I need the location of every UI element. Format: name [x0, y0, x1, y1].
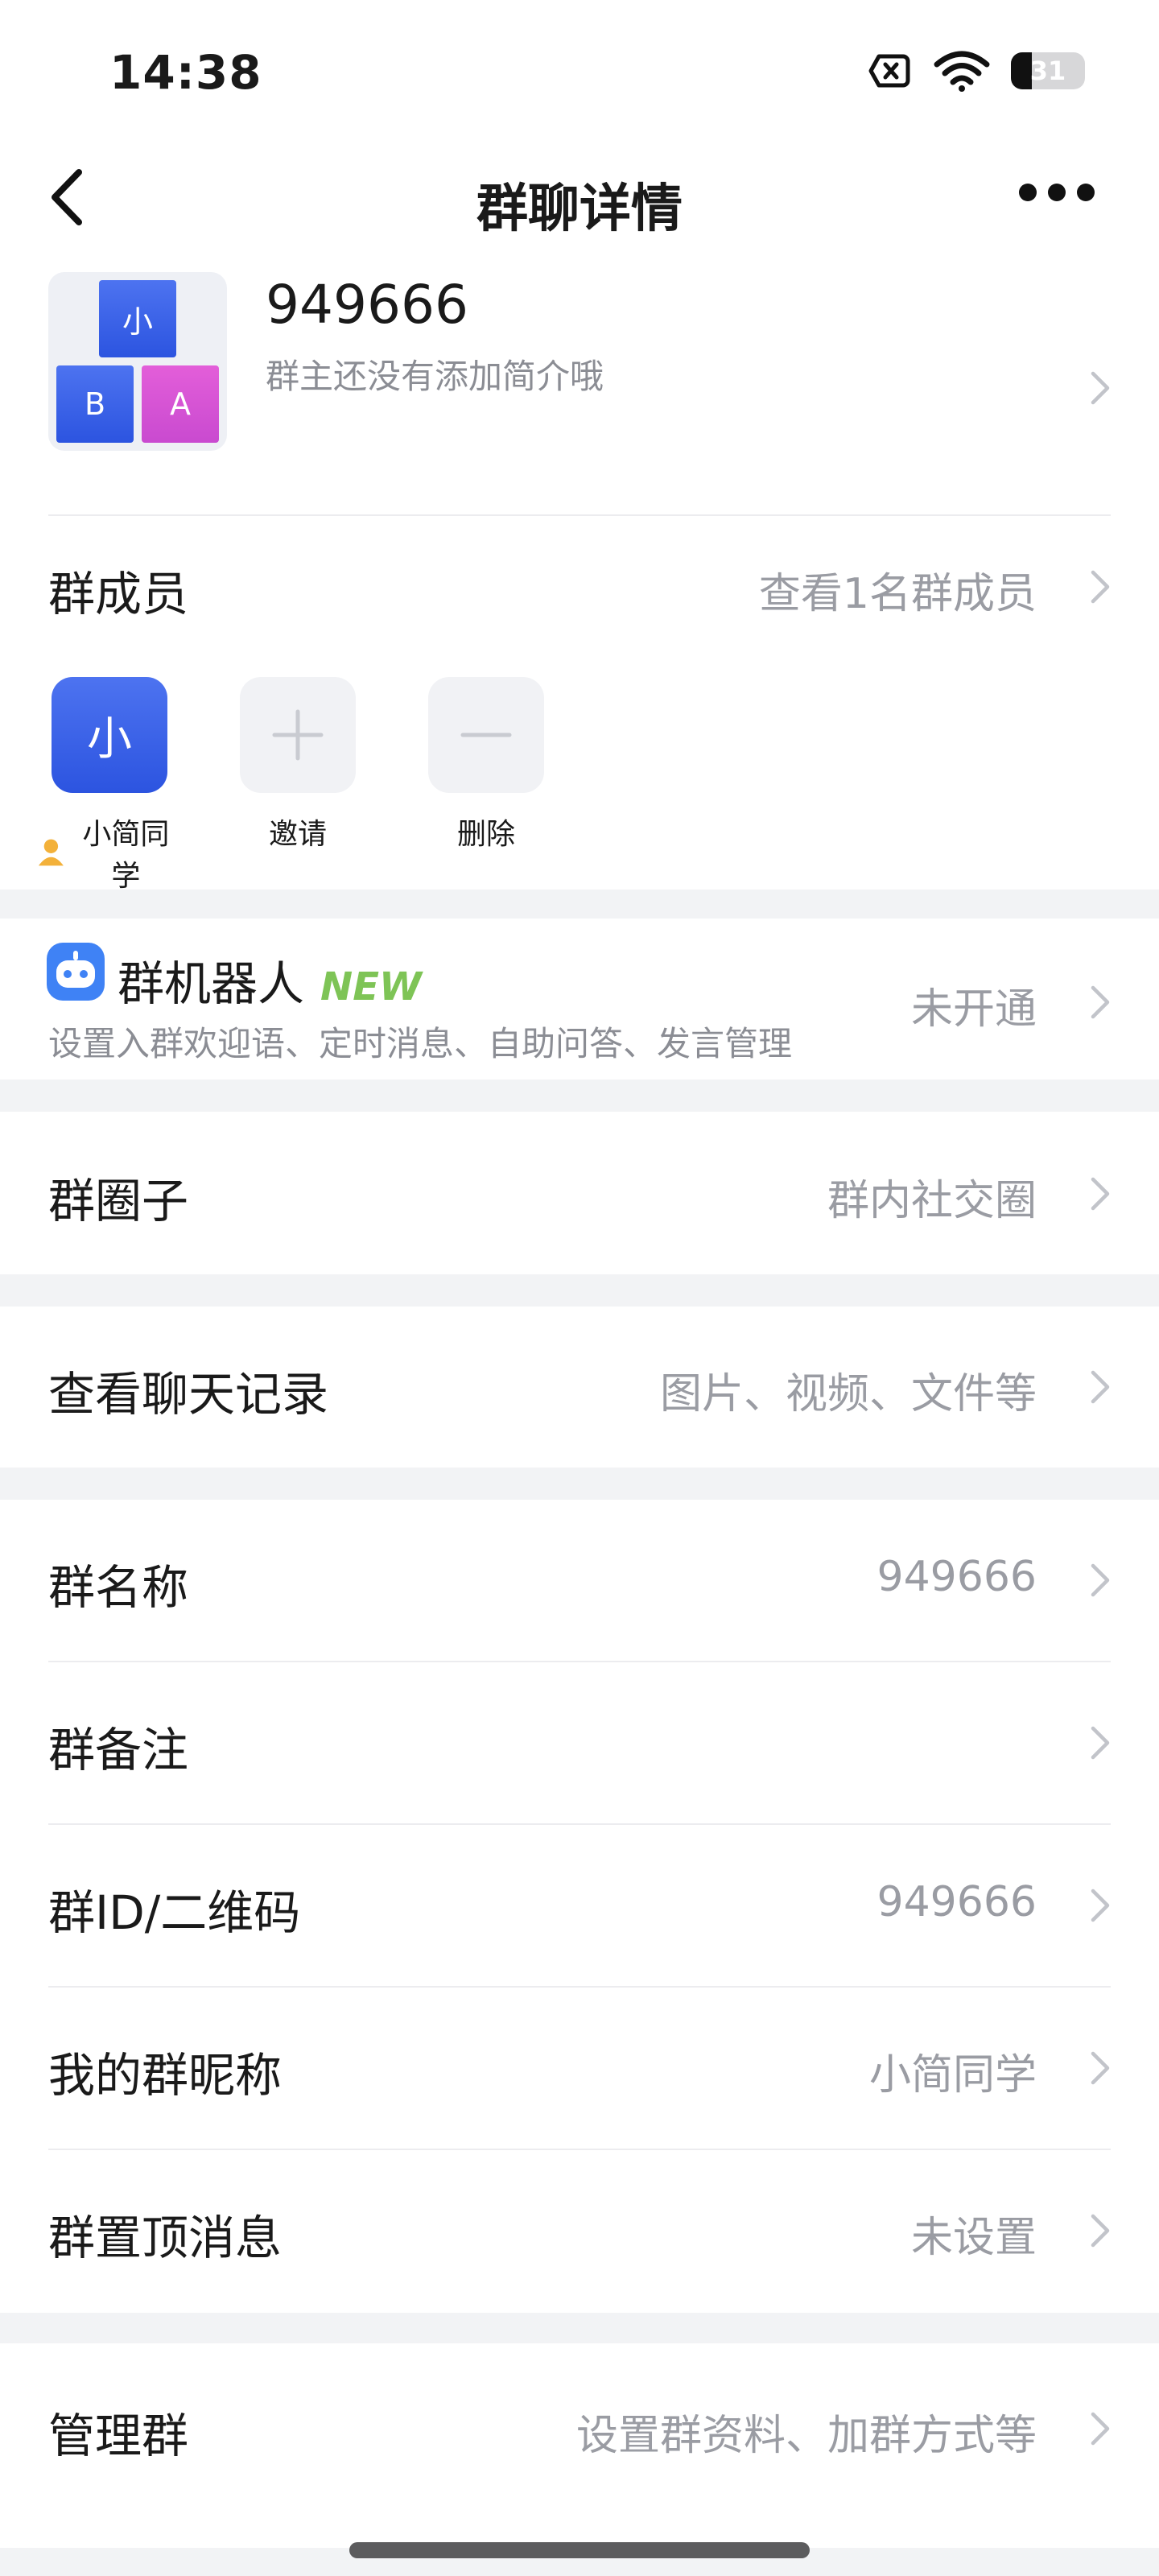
invite-button[interactable]: 邀请: [225, 677, 370, 852]
remove-label: 删除: [456, 818, 515, 851]
circle-title: 群圈子: [48, 1174, 189, 1228]
my-nickname-value: 小简同学: [868, 2051, 1037, 2099]
circle-value: 群内社交圈: [827, 1177, 1037, 1225]
chevron-right-icon: [1091, 2051, 1110, 2085]
chevron-right-icon: [1091, 1370, 1110, 1404]
battery-level: 31: [1029, 56, 1066, 86]
robot-icon: [47, 943, 105, 1001]
chevron-right-icon: [1091, 2214, 1110, 2248]
members-section: 群成员 查看1名群成员 小 小简同学 邀请 删除: [0, 516, 1159, 893]
chevron-right-icon: [1091, 1726, 1110, 1760]
group-description: 群主还没有添加简介哦: [266, 357, 604, 396]
invite-label: 邀请: [268, 818, 327, 851]
battery-icon: 31: [1011, 52, 1085, 89]
person-icon: [38, 839, 64, 866]
minus-icon: [428, 677, 544, 793]
chevron-right-icon: [1091, 985, 1110, 1019]
members-title: 群成员: [48, 567, 189, 621]
my-nickname-row[interactable]: 我的群昵称 小简同学: [0, 1988, 1159, 2150]
chevron-right-icon: [1091, 371, 1110, 405]
group-name-title: 群名称: [48, 1560, 189, 1615]
robot-title: 群机器人: [118, 956, 305, 1011]
manage-group-row[interactable]: 管理群 设置群资料、加群方式等: [0, 2343, 1159, 2548]
group-robot-row[interactable]: 群机器人 NEW 设置入群欢迎语、定时消息、自助问答、发言管理 未开通: [0, 919, 1159, 1080]
group-remark-title: 群备注: [48, 1723, 189, 1777]
robot-subtitle: 设置入群欢迎语、定时消息、自助问答、发言管理: [48, 1024, 793, 1063]
status-bar: 14:38 31: [0, 0, 1159, 145]
group-name-value: 949666: [876, 1553, 1037, 1601]
group-name: 949666: [266, 274, 468, 336]
history-value: 图片、视频、文件等: [659, 1370, 1037, 1418]
chevron-right-icon: [1091, 1563, 1110, 1597]
pinned-message-row[interactable]: 群置顶消息 未设置: [0, 2150, 1159, 2313]
page-title: 群聊详情: [476, 180, 683, 239]
manage-title: 管理群: [48, 2409, 189, 2463]
members-row[interactable]: 群成员 查看1名群成员: [0, 516, 1159, 677]
status-icons: 31: [868, 50, 1085, 92]
history-title: 查看聊天记录: [48, 1367, 329, 1422]
more-options-icon[interactable]: [1019, 184, 1095, 201]
robot-status: 未开通: [910, 985, 1037, 1034]
new-badge: NEW: [320, 964, 422, 1009]
member-avatar: 小: [52, 677, 167, 793]
manage-value: 设置群资料、加群方式等: [575, 2412, 1037, 2460]
chat-history-row[interactable]: 查看聊天记录 图片、视频、文件等: [0, 1307, 1159, 1468]
avatar-tile-3: A: [142, 365, 219, 443]
pinned-message-title: 群置顶消息: [48, 2211, 283, 2265]
avatar-tile-2: B: [56, 365, 134, 443]
group-circle-row[interactable]: 群圈子 群内社交圈: [0, 1112, 1159, 1274]
avatar-tile-1: 小: [99, 280, 176, 357]
member-item[interactable]: 小 小简同学: [37, 677, 182, 894]
status-time: 14:38: [109, 45, 262, 100]
home-indicator: [349, 2542, 810, 2558]
group-remark-row[interactable]: 群备注: [0, 1662, 1159, 1825]
chevron-right-icon: [1091, 1177, 1110, 1211]
no-sim-icon: [868, 54, 910, 88]
members-count: 查看1名群成员: [758, 570, 1037, 618]
plus-icon: [240, 677, 356, 793]
chevron-right-icon: [1091, 2412, 1110, 2446]
group-name-row[interactable]: 群名称 949666: [0, 1500, 1159, 1662]
group-id-value: 949666: [876, 1878, 1037, 1926]
member-name: 小简同学: [82, 818, 170, 893]
nav-bar: 群聊详情: [0, 145, 1159, 250]
group-id-title: 群ID/二维码: [48, 1885, 301, 1940]
chevron-right-icon: [1091, 1889, 1110, 1922]
remove-button[interactable]: 删除: [414, 677, 559, 852]
group-header[interactable]: 小 B A 949666 群主还没有添加简介哦: [0, 250, 1159, 516]
settings-list: 群名称 949666 群备注 群ID/二维码 949666 我的群昵称 小简同学…: [0, 1500, 1159, 2313]
group-id-row[interactable]: 群ID/二维码 949666: [0, 1825, 1159, 1988]
my-nickname-title: 我的群昵称: [48, 2048, 283, 2103]
wifi-icon: [934, 51, 990, 92]
group-avatar: 小 B A: [48, 272, 227, 451]
pinned-message-value: 未设置: [910, 2214, 1037, 2262]
chevron-right-icon: [1091, 570, 1110, 604]
